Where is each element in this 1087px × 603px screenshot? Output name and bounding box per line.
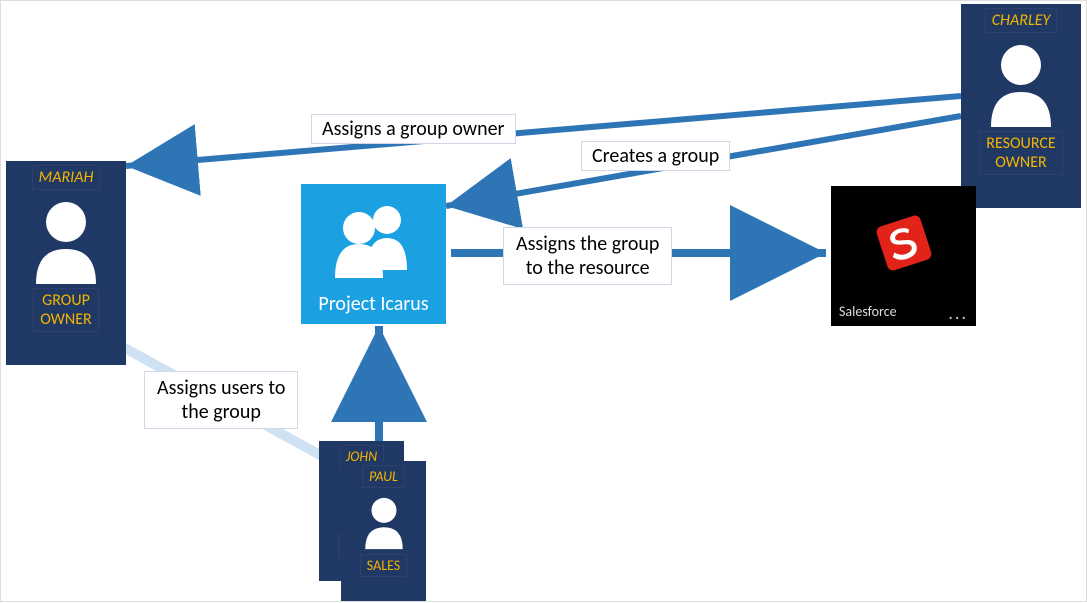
app-label: Salesforce [839,303,897,320]
callout-assign-to-resource-l2: to the resource [526,256,650,280]
person-name-charley: CHARLEY [985,8,1058,33]
callout-assign-to-resource: Assigns the group to the resource [503,227,672,285]
callout-assign-users-l1: Assigns users to [157,376,285,400]
person-name-paul: PAUL [362,465,405,488]
group-label: Project Icarus [301,292,446,316]
person-name-mariah: MARIAH [32,165,101,190]
user-icon [26,194,106,284]
person-role-charley: RESOURCE OWNER [979,131,1062,175]
callout-assign-owner: Assigns a group owner [311,114,516,144]
callout-assign-users: Assigns users to the group [144,371,298,429]
app-menu-dots[interactable]: ... [948,302,968,324]
arrow-assign-owner [126,96,961,166]
diagram-canvas: Assigns a group owner Creates a group As… [0,0,1087,602]
callout-assign-to-resource-l1: Assigns the group [516,232,659,256]
group-tile: Project Icarus [301,184,446,324]
salesforce-icon [869,208,939,278]
callout-creates-group: Creates a group [581,141,730,171]
group-icon [329,198,419,278]
user-icon [981,37,1061,127]
person-card-paul: PAUL SALES [341,461,426,601]
person-card-charley: CHARLEY RESOURCE OWNER [961,4,1081,208]
person-role-mariah: GROUP OWNER [33,288,98,332]
person-role-paul: SALES [360,554,407,577]
person-card-mariah: MARIAH GROUP OWNER [6,161,126,365]
callout-assign-users-l2: the group [182,400,261,424]
app-tile-salesforce: Salesforce ... [831,186,976,326]
user-icon [359,492,409,550]
